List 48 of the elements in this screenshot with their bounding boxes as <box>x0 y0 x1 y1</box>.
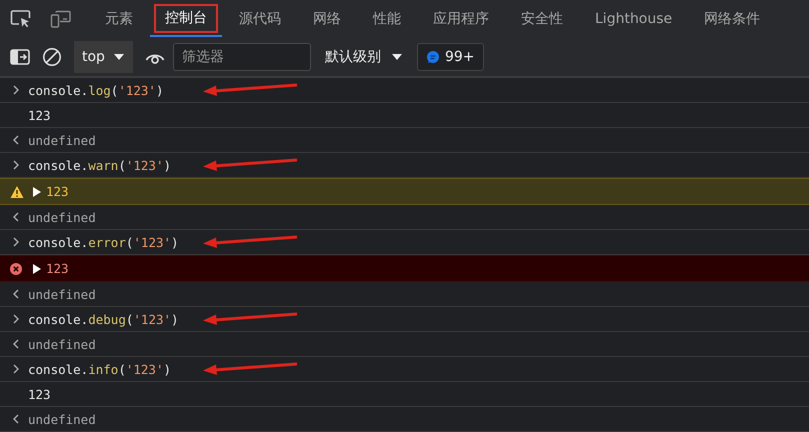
prompt-chevron-icon <box>12 313 20 325</box>
return-value: undefined <box>28 412 96 426</box>
return-chevron-icon <box>12 338 20 350</box>
inspect-icon[interactable] <box>10 8 32 28</box>
return-value: undefined <box>28 336 96 352</box>
caret-icon <box>112 52 125 62</box>
sidebar-toggle-icon[interactable] <box>10 48 30 66</box>
device-icon[interactable] <box>50 8 72 28</box>
clear-icon[interactable] <box>42 46 62 66</box>
command-text: console.debug('123') <box>28 312 179 326</box>
tab[interactable]: 网络 <box>298 0 356 37</box>
return-chevron-icon <box>12 134 20 146</box>
return-chevron-icon <box>12 211 20 223</box>
command-text: console.info('123') <box>28 362 172 376</box>
command-text: console.log('123') <box>28 82 164 98</box>
expand-triangle-icon <box>32 186 42 198</box>
caret-icon <box>390 52 403 62</box>
context-dropdown[interactable]: top <box>74 40 133 72</box>
message-icon <box>426 50 440 64</box>
prompt-chevron-icon <box>12 159 20 171</box>
log-message: 123 <box>28 386 51 402</box>
filter-field[interactable]: 筛选器 <box>172 42 311 70</box>
prompt-chevron-icon <box>12 363 20 375</box>
tab[interactable]: 元素 <box>90 0 148 37</box>
tab[interactable]: 安全性 <box>506 0 578 37</box>
log-message: 123 <box>46 184 69 199</box>
tab[interactable]: 控制台 <box>150 0 222 37</box>
log-message: 123 <box>46 261 69 276</box>
expand-triangle-icon <box>32 262 42 274</box>
tab[interactable]: 源代码 <box>224 0 296 37</box>
return-chevron-icon <box>12 288 20 300</box>
return-chevron-icon <box>12 413 20 425</box>
issues-button[interactable]: 99+ <box>416 42 484 70</box>
prompt-chevron-icon <box>12 236 20 248</box>
log-message: 123 <box>28 108 51 122</box>
tab[interactable]: Lighthouse <box>580 0 688 37</box>
command-text: console.warn('123') <box>28 158 172 172</box>
warning-icon <box>10 184 24 198</box>
return-value: undefined <box>28 132 96 148</box>
tab[interactable]: 网络条件 <box>689 0 776 37</box>
error-icon <box>10 262 22 274</box>
tab[interactable]: 性能 <box>358 0 416 37</box>
return-value: undefined <box>28 210 96 224</box>
return-value: undefined <box>28 286 96 302</box>
prompt-chevron-icon <box>12 84 20 96</box>
levels-dropdown[interactable]: 默认级别 <box>320 48 407 66</box>
tab[interactable]: 应用程序 <box>418 0 504 37</box>
command-text: console.error('123') <box>28 234 179 250</box>
